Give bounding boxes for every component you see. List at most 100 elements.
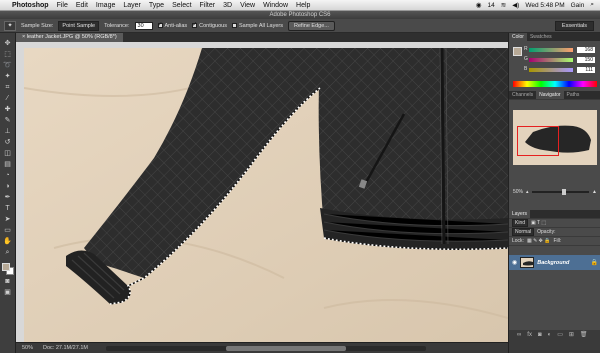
filter-icons[interactable]: ▣ T ⬚ bbox=[531, 220, 546, 226]
shape-tool-icon[interactable]: ▭ bbox=[3, 226, 13, 235]
blend-mode-select[interactable]: Normal bbox=[512, 228, 535, 236]
path-select-icon[interactable]: ➤ bbox=[3, 215, 13, 224]
close-tab-icon[interactable]: × bbox=[22, 34, 25, 40]
volume-icon[interactable]: ◀) bbox=[512, 1, 519, 9]
antialias-checkbox[interactable]: Anti-alias bbox=[157, 21, 187, 29]
zoom-out-icon[interactable]: ▴ bbox=[526, 189, 529, 195]
color-panel-swatch[interactable] bbox=[513, 47, 522, 56]
tab-paths[interactable]: Paths bbox=[564, 91, 583, 99]
new-group-icon[interactable]: ▭ bbox=[557, 331, 563, 338]
zoom-in-icon[interactable]: ▲ bbox=[592, 189, 597, 195]
healing-tool-icon[interactable]: ✚ bbox=[3, 105, 13, 114]
document-canvas[interactable] bbox=[24, 48, 508, 342]
tab-navigator[interactable]: Navigator bbox=[536, 91, 564, 99]
tab-layers[interactable]: Layers bbox=[509, 210, 531, 218]
menu-filter[interactable]: Filter bbox=[200, 2, 216, 9]
brush-tool-icon[interactable]: ✎ bbox=[3, 116, 13, 125]
menu-layer[interactable]: Layer bbox=[123, 2, 141, 9]
type-tool-icon[interactable]: T bbox=[3, 204, 13, 213]
tab-color[interactable]: Color bbox=[509, 33, 527, 41]
crop-tool-icon[interactable]: ⌗ bbox=[3, 83, 13, 92]
layer-style-icon[interactable]: fx bbox=[527, 332, 532, 338]
history-brush-icon[interactable]: ↺ bbox=[3, 138, 13, 147]
wifi-icon[interactable]: ≋ bbox=[501, 1, 506, 9]
zoom-readout[interactable]: 50% bbox=[22, 345, 33, 351]
horizontal-scrollbar[interactable] bbox=[106, 346, 426, 351]
menu-window[interactable]: Window bbox=[263, 2, 288, 9]
document-tab[interactable]: × leather Jacket.JPG @ 50% (RGB/8*) bbox=[16, 33, 123, 42]
g-value[interactable]: 150 bbox=[577, 57, 595, 63]
eraser-tool-icon[interactable]: ◫ bbox=[3, 149, 13, 158]
hand-tool-icon[interactable]: ✋ bbox=[3, 237, 13, 246]
lock-icons[interactable]: ▦ ✎ ✥ 🔒 bbox=[527, 238, 551, 244]
user-name[interactable]: Gain bbox=[571, 2, 585, 9]
foreground-color-swatch[interactable] bbox=[1, 263, 10, 271]
navigator-thumbnail[interactable] bbox=[513, 110, 597, 165]
screen-mode-icon[interactable]: ▣ bbox=[3, 288, 13, 297]
stamp-tool-icon[interactable]: ⊥ bbox=[3, 127, 13, 136]
b-slider[interactable] bbox=[529, 68, 573, 72]
zoom-slider[interactable] bbox=[531, 189, 590, 195]
menu-edit[interactable]: Edit bbox=[76, 2, 88, 9]
layer-kind-select[interactable]: Kind bbox=[512, 219, 529, 227]
color-spectrum[interactable] bbox=[513, 81, 597, 87]
magic-wand-tool-icon[interactable]: ✦ bbox=[3, 72, 13, 81]
options-bar: ✦ Sample Size: Point Sample Tolerance: 3… bbox=[0, 19, 600, 33]
delete-layer-icon[interactable]: 🗑 bbox=[580, 331, 588, 338]
menu-image[interactable]: Image bbox=[96, 2, 115, 9]
tab-swatches[interactable]: Swatches bbox=[527, 33, 555, 41]
antialias-check-icon bbox=[157, 21, 163, 28]
visibility-eye-icon[interactable]: ◉ bbox=[512, 259, 517, 266]
tolerance-label: Tolerance: bbox=[104, 22, 130, 29]
scrollbar-thumb[interactable] bbox=[226, 346, 346, 351]
notification-icon[interactable]: ◉ bbox=[476, 1, 482, 9]
r-value[interactable]: 168 bbox=[577, 47, 595, 53]
menu-app-name[interactable]: Photoshop bbox=[12, 2, 49, 9]
blur-tool-icon[interactable]: ◔ bbox=[3, 171, 13, 180]
g-slider[interactable] bbox=[529, 58, 573, 62]
menu-view[interactable]: View bbox=[240, 2, 255, 9]
adjustment-layer-icon[interactable]: ◐ bbox=[548, 332, 552, 338]
contiguous-checkbox[interactable]: Contiguous bbox=[192, 21, 227, 29]
navigator-zoom-value[interactable]: 50% bbox=[513, 189, 523, 195]
color-swatches[interactable] bbox=[1, 263, 14, 275]
layer-row-background[interactable]: ◉ Background 🔒 bbox=[509, 255, 600, 270]
link-layers-icon[interactable]: ∞ bbox=[517, 332, 521, 338]
move-tool-icon[interactable]: ✥ bbox=[3, 39, 13, 48]
zoom-slider-knob[interactable] bbox=[561, 189, 566, 195]
lasso-tool-icon[interactable]: ➰ bbox=[3, 61, 13, 70]
toolbox: ✥ ⬚ ➰ ✦ ⌗ ⁄ ✚ ✎ ⊥ ↺ ◫ ▤ ◔ ◑ ✒ T ➤ ▭ ✋ ⌕ … bbox=[0, 33, 16, 353]
doc-size[interactable]: Doc: 27.1M/27.1M bbox=[43, 345, 88, 351]
zoom-tool-icon[interactable]: ⌕ bbox=[3, 248, 13, 257]
layers-panel: Kind ▣ T ⬚ Normal Opacity: Lock: ▦ ✎ ✥ 🔒… bbox=[509, 219, 600, 339]
pen-tool-icon[interactable]: ✒ bbox=[3, 193, 13, 202]
refine-edge-button[interactable]: Refine Edge... bbox=[288, 20, 335, 31]
eyedropper-tool-icon[interactable]: ⁄ bbox=[3, 94, 13, 103]
new-layer-icon[interactable]: ⊞ bbox=[569, 331, 574, 338]
document-tab-label: leather Jacket.JPG @ 50% (RGB/8*) bbox=[26, 34, 117, 40]
workspace-select[interactable]: Essentials bbox=[554, 20, 594, 31]
sample-size-select[interactable]: Point Sample bbox=[58, 20, 100, 31]
menu-3d[interactable]: 3D bbox=[223, 2, 232, 9]
tolerance-input[interactable]: 30 bbox=[134, 21, 153, 30]
marquee-tool-icon[interactable]: ⬚ bbox=[3, 50, 13, 59]
tab-channels[interactable]: Channels bbox=[509, 91, 536, 99]
dodge-tool-icon[interactable]: ◑ bbox=[3, 182, 13, 191]
navigator-view-box[interactable] bbox=[517, 126, 559, 156]
b-value[interactable]: 111 bbox=[577, 67, 595, 73]
r-slider[interactable] bbox=[529, 48, 573, 52]
search-icon[interactable]: ⌕ bbox=[590, 1, 594, 9]
magic-wand-icon[interactable]: ✦ bbox=[4, 20, 16, 31]
gradient-tool-icon[interactable]: ▤ bbox=[3, 160, 13, 169]
navigator-panel: 50% ▴ ▲ bbox=[509, 100, 600, 210]
sample-all-checkbox[interactable]: Sample All Layers bbox=[231, 23, 283, 29]
menu-help[interactable]: Help bbox=[296, 2, 310, 9]
clock[interactable]: Wed 5:48 PM bbox=[525, 2, 564, 9]
menu-select[interactable]: Select bbox=[172, 2, 191, 9]
layer-name[interactable]: Background bbox=[537, 260, 569, 266]
menu-type[interactable]: Type bbox=[149, 2, 164, 9]
add-mask-icon[interactable]: ◙ bbox=[538, 332, 542, 338]
menu-file[interactable]: File bbox=[57, 2, 68, 9]
quick-mask-icon[interactable]: ◙ bbox=[3, 277, 13, 286]
vertical-ruler[interactable] bbox=[16, 42, 24, 342]
